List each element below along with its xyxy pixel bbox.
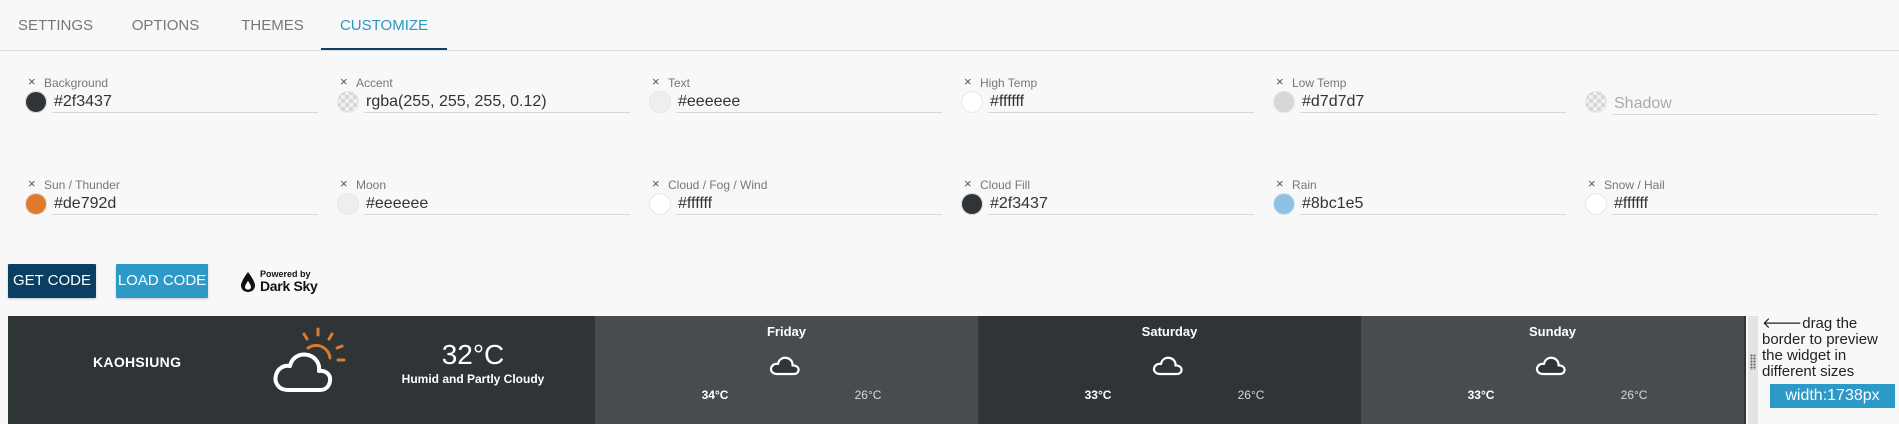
color-field-text: × Text — [642, 75, 942, 135]
color-field-low-temp: × Low Temp — [1266, 75, 1566, 135]
clear-icon[interactable]: × — [28, 75, 36, 89]
cloudy-icon — [1152, 356, 1183, 376]
resize-hint: 🡐drag the border to preview the widget i… — [1762, 315, 1878, 380]
cloudy-icon — [1535, 356, 1566, 376]
color-swatch[interactable] — [649, 91, 671, 113]
shadow-color-input[interactable] — [1612, 93, 1878, 115]
tab-customize[interactable]: CUSTOMIZE — [321, 0, 447, 50]
tab-bar: SETTINGS OPTIONS THEMES CUSTOMIZE — [0, 0, 1899, 51]
high-temperature: 33°C — [1467, 388, 1495, 402]
color-swatch[interactable] — [337, 193, 359, 215]
color-field-shadow — [1578, 75, 1878, 135]
clear-icon[interactable]: × — [964, 75, 972, 89]
field-label: Text — [668, 76, 691, 90]
high-temperature: 34°C — [701, 388, 729, 402]
clear-icon[interactable]: × — [1276, 177, 1284, 191]
clear-icon[interactable]: × — [1276, 75, 1284, 89]
low-temperature: 26°C — [1237, 388, 1265, 402]
color-swatch[interactable] — [961, 193, 983, 215]
clear-icon[interactable]: × — [652, 177, 660, 191]
color-swatch[interactable] — [337, 91, 359, 113]
clear-icon[interactable]: × — [964, 177, 972, 191]
color-swatch[interactable] — [1585, 91, 1607, 113]
day-name: Friday — [766, 324, 806, 339]
load-code-button[interactable]: LOAD CODE — [116, 264, 208, 298]
sun-thunder-color-input[interactable] — [52, 193, 318, 215]
background-color-input[interactable] — [52, 91, 318, 113]
high-temp-color-input[interactable] — [988, 91, 1254, 113]
dark-sky-logo-icon — [241, 272, 255, 292]
grip-icon — [1750, 354, 1756, 370]
city-name: KAOHSIUNG — [93, 354, 182, 370]
color-field-moon: × Moon — [330, 177, 630, 237]
get-code-button[interactable]: GET CODE — [8, 264, 96, 298]
forecast-day: Friday 34°C 26°C — [595, 316, 978, 424]
snow-hail-color-input[interactable] — [1612, 193, 1878, 215]
color-swatch[interactable] — [1273, 193, 1295, 215]
field-label: Cloud / Fog / Wind — [668, 178, 768, 192]
current-temperature: 32°C — [441, 339, 505, 370]
field-label: Sun / Thunder — [44, 178, 120, 192]
forecast-day: Saturday 33°C 26°C — [978, 316, 1361, 424]
color-swatch[interactable] — [25, 193, 47, 215]
field-label: Rain — [1292, 178, 1317, 192]
field-label: Low Temp — [1292, 76, 1347, 90]
tab-options[interactable]: OPTIONS — [118, 0, 213, 50]
clear-icon[interactable]: × — [28, 177, 36, 191]
color-swatch[interactable] — [649, 193, 671, 215]
clear-icon[interactable]: × — [1588, 177, 1596, 191]
color-field-background: × Background — [18, 75, 318, 135]
color-field-rain: × Rain — [1266, 177, 1566, 237]
color-field-snow-hail: × Snow / Hail — [1578, 177, 1878, 237]
low-temp-color-input[interactable] — [1300, 91, 1566, 113]
field-label: High Temp — [980, 76, 1038, 90]
clear-icon[interactable]: × — [652, 75, 660, 89]
partly-cloudy-day-icon — [273, 327, 346, 392]
forecast-day: Sunday 33°C 26°C — [1361, 316, 1744, 424]
weather-widget-preview: KAOHSIUNG 32°C Humid and Partly Cloudy F… — [8, 316, 1746, 424]
low-temperature: 26°C — [854, 388, 882, 402]
tab-settings[interactable]: SETTINGS — [8, 0, 103, 50]
color-field-accent: × Accent — [330, 75, 630, 135]
field-label: Moon — [356, 178, 387, 192]
tab-themes[interactable]: THEMES — [225, 0, 320, 50]
color-field-high-temp: × High Temp — [954, 75, 1254, 135]
day-name: Saturday — [1141, 324, 1198, 339]
color-field-cloud-fog-wind: × Cloud / Fog / Wind — [642, 177, 942, 237]
width-indicator: width:1738px — [1770, 384, 1895, 408]
clear-icon[interactable]: × — [340, 177, 348, 191]
accent-color-input[interactable] — [364, 91, 630, 113]
field-label: Cloud Fill — [980, 178, 1031, 192]
high-temperature: 33°C — [1084, 388, 1112, 402]
color-swatch[interactable] — [1585, 193, 1607, 215]
resize-handle[interactable] — [1748, 316, 1758, 424]
color-swatch[interactable] — [961, 91, 983, 113]
field-label: Background — [44, 76, 109, 90]
color-swatch[interactable] — [1273, 91, 1295, 113]
clear-icon[interactable]: × — [340, 75, 348, 89]
field-label: Accent — [356, 76, 393, 90]
rain-color-input[interactable] — [1300, 193, 1566, 215]
cloud-fill-color-input[interactable] — [988, 193, 1254, 215]
powered-by-dark-sky-link[interactable]: Powered by Dark Sky — [240, 267, 320, 295]
current-description: Humid and Partly Cloudy — [401, 372, 545, 386]
cloud-fog-wind-color-input[interactable] — [676, 193, 942, 215]
color-swatch[interactable] — [25, 91, 47, 113]
dark-sky-text: Dark Sky — [260, 278, 318, 294]
moon-color-input[interactable] — [364, 193, 630, 215]
cloudy-icon — [769, 356, 800, 376]
day-name: Sunday — [1529, 324, 1576, 339]
color-field-sun-thunder: × Sun / Thunder — [18, 177, 318, 237]
color-field-cloud-fill: × Cloud Fill — [954, 177, 1254, 237]
text-color-input[interactable] — [676, 91, 942, 113]
low-temperature: 26°C — [1620, 388, 1648, 402]
field-label: Snow / Hail — [1604, 178, 1665, 192]
